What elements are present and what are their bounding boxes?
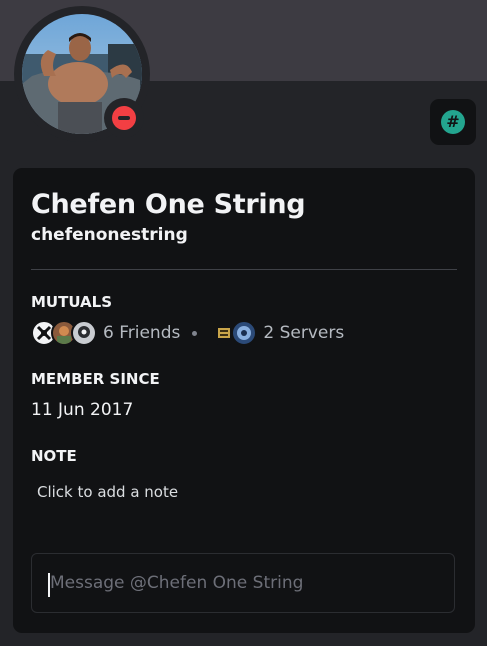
separator-dot	[192, 330, 198, 336]
username[interactable]: chefenonestring	[31, 225, 188, 245]
note-field[interactable]: Click to add a note	[37, 483, 178, 501]
message-input[interactable]	[48, 568, 446, 598]
profile-badge[interactable]: #	[430, 99, 476, 145]
member-since-date: 11 Jun 2017	[31, 400, 134, 420]
divider	[31, 269, 457, 270]
mutual-friends[interactable]: 6 Friends	[31, 320, 180, 346]
note-title: NOTE	[31, 447, 77, 465]
mutual-servers[interactable]: 2 Servers	[211, 320, 344, 346]
server-icon	[231, 320, 258, 346]
friend-avatar-icon	[71, 320, 97, 346]
display-name: Chefen One String	[31, 189, 306, 220]
mutuals-title: MUTUALS	[31, 293, 113, 311]
mutual-friends-label: 6 Friends	[103, 323, 181, 343]
mutual-servers-label: 2 Servers	[263, 323, 345, 343]
member-since-title: MEMBER SINCE	[31, 370, 160, 388]
dnd-status-icon	[112, 106, 136, 130]
hashtag-icon: #	[441, 110, 465, 134]
friend-avatars	[31, 320, 97, 346]
message-box[interactable]	[31, 553, 455, 613]
server-icons	[211, 320, 258, 346]
mutuals-row: 6 Friends 2 Servers	[31, 320, 344, 346]
